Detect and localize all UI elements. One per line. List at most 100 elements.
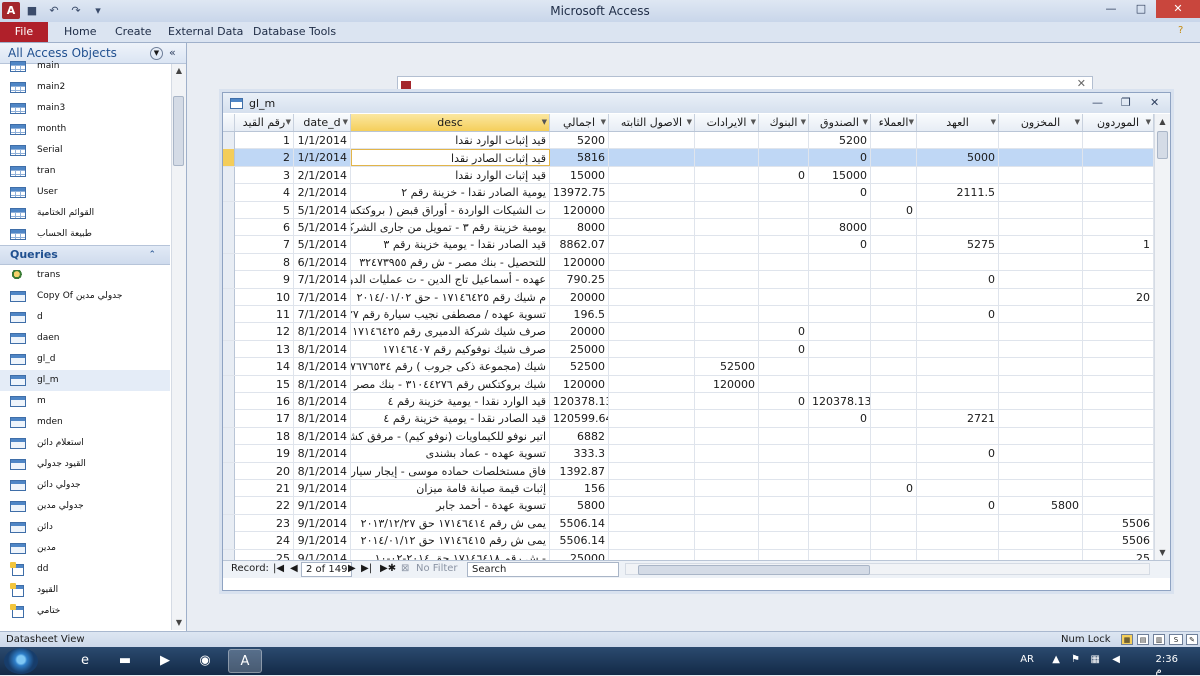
table-cell[interactable] xyxy=(871,149,917,167)
table-cell[interactable]: 1 xyxy=(235,132,294,149)
table-cell[interactable] xyxy=(917,480,999,497)
table-cell[interactable]: 52500 xyxy=(695,358,759,376)
table-cell[interactable] xyxy=(609,149,695,167)
table-cell[interactable]: إثبات قيمة صيانة قامة ميزان xyxy=(351,480,550,497)
nav-query-item[interactable]: mden xyxy=(0,412,170,433)
table-cell[interactable]: 8/1/2014 xyxy=(294,410,351,428)
file-explorer-icon[interactable]: ▬ xyxy=(108,649,142,673)
nav-query-item[interactable]: Copy Of جدولي مدين xyxy=(0,286,170,307)
record-selector[interactable] xyxy=(223,306,235,323)
table-row[interactable]: 15 8/1/2014 شيك بروكتكس رقم ٣١٠٤٤٢٧٦ - بنك… xyxy=(223,375,1154,393)
table-cell[interactable]: 13972.75 xyxy=(550,184,609,202)
table-cell[interactable] xyxy=(871,340,917,358)
column-header[interactable]: المخزون ▼ xyxy=(999,114,1083,131)
nav-query-item[interactable]: دائن xyxy=(0,517,170,538)
table-row[interactable]: 13 8/1/2014 صرف شيك نوفوكيم رقم ١٧١٤٦٤٠٧ 25… xyxy=(223,340,1154,359)
table-cell[interactable]: 1392.87 xyxy=(550,462,609,480)
table-cell[interactable]: اتير نوفو للكيماويات (نوفو كيم) - مرفق ك… xyxy=(351,427,550,445)
last-record-icon[interactable]: ▶| xyxy=(361,563,372,574)
table-cell[interactable]: قيد الصادر نقدا - يومية خزينة رقم ٤ xyxy=(351,410,550,428)
table-cell[interactable] xyxy=(809,201,871,219)
table-cell[interactable] xyxy=(759,445,809,463)
sql-view-icon[interactable]: S xyxy=(1169,634,1183,645)
table-cell[interactable]: قيد إثبات الصادر نقدا xyxy=(351,149,550,167)
nav-table-item[interactable]: طبيعة الحساب xyxy=(0,224,170,245)
table-cell[interactable] xyxy=(1083,427,1154,445)
table-cell[interactable] xyxy=(809,271,871,289)
table-cell[interactable] xyxy=(1083,253,1154,271)
table-cell[interactable] xyxy=(759,219,809,236)
table-cell[interactable]: 5275 xyxy=(917,236,999,254)
table-row[interactable]: 23 9/1/2014 يمى ش رقم ١٧١٤٦٤١٤ حق ٢٠١٣/١٢/… xyxy=(223,514,1154,533)
chrome-icon[interactable]: ◉ xyxy=(188,649,222,673)
nav-query-item[interactable]: جدولي دائن xyxy=(0,475,170,496)
table-cell[interactable]: تسوية عهده / مصطفى نجيب سيارة رقم ٥٢٧ xyxy=(351,306,550,323)
table-cell[interactable] xyxy=(917,132,999,149)
table-cell[interactable]: صرف شيك شركة الدميرى رقم ١٧١٤٦٤٢٥ xyxy=(351,323,550,341)
table-cell[interactable]: 16 xyxy=(235,393,294,410)
table-cell[interactable]: 8/1/2014 xyxy=(294,462,351,480)
table-cell[interactable]: 20000 xyxy=(550,288,609,306)
nav-query-item[interactable]: gl_m xyxy=(0,370,170,391)
table-cell[interactable]: 0 xyxy=(759,323,809,341)
scroll-down-icon[interactable]: ▼ xyxy=(1155,545,1170,560)
table-cell[interactable]: 7/1/2014 xyxy=(294,306,351,323)
access-taskbar-icon[interactable]: A xyxy=(228,649,262,673)
table-cell[interactable] xyxy=(917,166,999,184)
table-cell[interactable] xyxy=(1083,323,1154,341)
tab-home[interactable]: Home xyxy=(64,25,96,38)
record-selector[interactable] xyxy=(223,236,235,254)
table-cell[interactable] xyxy=(609,427,695,445)
first-record-icon[interactable]: |◀ xyxy=(273,563,284,574)
record-selector[interactable] xyxy=(223,201,235,219)
table-cell[interactable] xyxy=(917,253,999,271)
table-cell[interactable] xyxy=(759,410,809,428)
tray-arrow-icon[interactable]: ▲ xyxy=(1052,654,1060,665)
chevron-up-icon[interactable]: ⌃ xyxy=(148,246,156,264)
record-selector[interactable] xyxy=(223,445,235,463)
table-cell[interactable] xyxy=(999,201,1083,219)
table-cell[interactable]: 22 xyxy=(235,497,294,515)
table-cell[interactable] xyxy=(695,306,759,323)
table-cell[interactable] xyxy=(999,219,1083,236)
table-cell[interactable] xyxy=(809,497,871,515)
table-cell[interactable] xyxy=(999,427,1083,445)
table-cell[interactable] xyxy=(759,288,809,306)
table-cell[interactable]: 15 xyxy=(235,375,294,393)
nav-table-item[interactable]: tran xyxy=(0,161,170,182)
table-cell[interactable]: 9/1/2014 xyxy=(294,497,351,515)
table-cell[interactable]: 5506 xyxy=(1083,514,1154,532)
table-cell[interactable] xyxy=(917,201,999,219)
table-cell[interactable]: 8862.07 xyxy=(550,236,609,254)
table-cell[interactable] xyxy=(759,132,809,149)
no-filter-indicator[interactable]: No Filter xyxy=(416,563,458,574)
scroll-down-icon[interactable]: ▼ xyxy=(172,616,186,630)
table-cell[interactable]: 9/1/2014 xyxy=(294,480,351,497)
table-cell[interactable] xyxy=(871,236,917,254)
table-cell[interactable]: 120000 xyxy=(550,201,609,219)
start-button[interactable] xyxy=(4,648,38,674)
table-cell[interactable] xyxy=(871,358,917,376)
table-cell[interactable]: 20 xyxy=(1083,288,1154,306)
table-cell[interactable]: صرف شيك نوفوكيم رقم ١٧١٤٦٤٠٧ xyxy=(351,340,550,358)
table-cell[interactable] xyxy=(809,288,871,306)
table-cell[interactable] xyxy=(609,340,695,358)
table-row[interactable]: 5 5/1/2014 ت الشيكات الواردة - أوراق قبض (… xyxy=(223,201,1154,219)
table-row[interactable]: 20 8/1/2014 فاق مستخلصات حماده موسى - إيجا… xyxy=(223,462,1154,480)
table-cell[interactable]: قيد إثبات الوارد نقدا xyxy=(351,132,550,149)
table-cell[interactable]: 21 xyxy=(235,480,294,497)
table-cell[interactable] xyxy=(999,480,1083,497)
table-cell[interactable]: يومية الصادر نقدا - خزينة رقم ٢ xyxy=(351,184,550,202)
table-row[interactable]: 11 7/1/2014 تسوية عهده / مصطفى نجيب سيارة … xyxy=(223,306,1154,324)
table-cell[interactable]: 790.25 xyxy=(550,271,609,289)
table-cell[interactable]: 9/1/2014 xyxy=(294,549,351,560)
minimize-icon[interactable]: — xyxy=(1092,96,1103,109)
table-cell[interactable] xyxy=(809,480,871,497)
table-cell[interactable] xyxy=(999,271,1083,289)
table-row[interactable]: 6 5/1/2014 يومية خزينة رقم ٣ - تمويل من جا… xyxy=(223,219,1154,237)
table-cell[interactable]: 1/1/2014 xyxy=(294,132,351,149)
language-indicator[interactable]: AR xyxy=(1020,654,1034,665)
table-cell[interactable] xyxy=(871,306,917,323)
table-cell[interactable]: 5000 xyxy=(917,149,999,167)
table-cell[interactable]: 3 xyxy=(235,166,294,184)
